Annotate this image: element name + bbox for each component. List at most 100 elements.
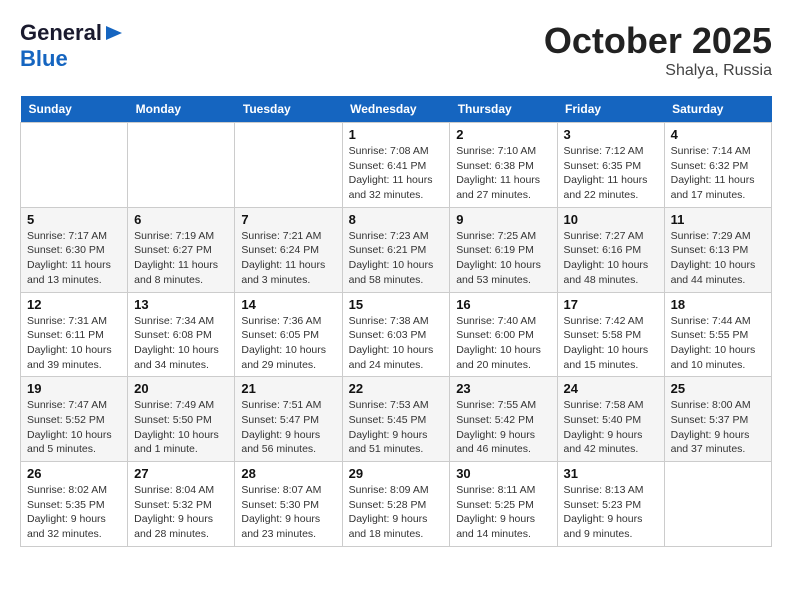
day-number: 11 — [671, 212, 765, 227]
calendar-cell: 3 Sunrise: 7:12 AM Sunset: 6:35 PM Daylig… — [557, 123, 664, 208]
calendar-cell: 6 Sunrise: 7:19 AM Sunset: 6:27 PM Daylig… — [128, 207, 235, 292]
calendar-cell: 1Sunrise: 7:08 AM Sunset: 6:41 PM Daylig… — [342, 123, 450, 208]
day-header-wednesday: Wednesday — [342, 96, 450, 123]
day-info: Sunrise: 7:40 AM Sunset: 6:00 PM Dayligh… — [456, 314, 550, 373]
day-number: 27 — [134, 466, 228, 481]
day-info: Sunrise: 8:07 AM Sunset: 5:30 PM Dayligh… — [241, 483, 335, 542]
calendar-cell: 13 Sunrise: 7:34 AM Sunset: 6:08 PM Dayli… — [128, 292, 235, 377]
day-info: Sunrise: 8:04 AM Sunset: 5:32 PM Dayligh… — [134, 483, 228, 542]
day-info: Sunrise: 7:49 AM Sunset: 5:50 PM Dayligh… — [134, 398, 228, 457]
calendar-cell: 30Sunrise: 8:11 AM Sunset: 5:25 PM Dayli… — [450, 462, 557, 547]
day-info: Sunrise: 7:14 AM Sunset: 6:32 PM Dayligh… — [671, 144, 765, 203]
day-number: 31 — [564, 466, 658, 481]
month-title: October 2025 — [544, 20, 772, 62]
logo: General Blue — [20, 20, 124, 72]
day-number: 15 — [349, 297, 444, 312]
day-info: Sunrise: 7:36 AM Sunset: 6:05 PM Dayligh… — [241, 314, 335, 373]
day-info: Sunrise: 8:13 AM Sunset: 5:23 PM Dayligh… — [564, 483, 658, 542]
location: Shalya, Russia — [544, 62, 772, 80]
day-number: 25 — [671, 381, 765, 396]
day-info: Sunrise: 7:29 AM Sunset: 6:13 PM Dayligh… — [671, 229, 765, 288]
day-header-friday: Friday — [557, 96, 664, 123]
day-info: Sunrise: 7:55 AM Sunset: 5:42 PM Dayligh… — [456, 398, 550, 457]
day-number: 3 — [564, 127, 658, 142]
calendar-cell: 12 Sunrise: 7:31 AM Sunset: 6:11 PM Dayli… — [21, 292, 128, 377]
calendar-cell: 7Sunrise: 7:21 AM Sunset: 6:24 PM Daylig… — [235, 207, 342, 292]
day-header-tuesday: Tuesday — [235, 96, 342, 123]
calendar-cell: 8 Sunrise: 7:23 AM Sunset: 6:21 PM Daylig… — [342, 207, 450, 292]
day-number: 19 — [27, 381, 121, 396]
day-info: Sunrise: 7:58 AM Sunset: 5:40 PM Dayligh… — [564, 398, 658, 457]
calendar-cell: 21Sunrise: 7:51 AM Sunset: 5:47 PM Dayli… — [235, 377, 342, 462]
day-number: 20 — [134, 381, 228, 396]
calendar-cell: 25 Sunrise: 8:00 AM Sunset: 5:37 PM Dayli… — [664, 377, 771, 462]
day-number: 16 — [456, 297, 550, 312]
day-number: 5 — [27, 212, 121, 227]
day-info: Sunrise: 8:00 AM Sunset: 5:37 PM Dayligh… — [671, 398, 765, 457]
day-info: Sunrise: 7:47 AM Sunset: 5:52 PM Dayligh… — [27, 398, 121, 457]
day-info: Sunrise: 7:10 AM Sunset: 6:38 PM Dayligh… — [456, 144, 550, 203]
title-block: October 2025 Shalya, Russia — [544, 20, 772, 80]
day-header-sunday: Sunday — [21, 96, 128, 123]
calendar-cell — [235, 123, 342, 208]
calendar-cell — [128, 123, 235, 208]
calendar-cell: 5 Sunrise: 7:17 AM Sunset: 6:30 PM Daylig… — [21, 207, 128, 292]
day-number: 14 — [241, 297, 335, 312]
day-info: Sunrise: 7:19 AM Sunset: 6:27 PM Dayligh… — [134, 229, 228, 288]
calendar-cell: 15 Sunrise: 7:38 AM Sunset: 6:03 PM Dayli… — [342, 292, 450, 377]
day-number: 17 — [564, 297, 658, 312]
day-header-monday: Monday — [128, 96, 235, 123]
calendar-cell: 10 Sunrise: 7:27 AM Sunset: 6:16 PM Dayli… — [557, 207, 664, 292]
day-info: Sunrise: 7:17 AM Sunset: 6:30 PM Dayligh… — [27, 229, 121, 288]
calendar-cell: 19 Sunrise: 7:47 AM Sunset: 5:52 PM Dayli… — [21, 377, 128, 462]
day-number: 12 — [27, 297, 121, 312]
calendar-cell: 31 Sunrise: 8:13 AM Sunset: 5:23 PM Dayli… — [557, 462, 664, 547]
day-number: 18 — [671, 297, 765, 312]
day-info: Sunrise: 7:42 AM Sunset: 5:58 PM Dayligh… — [564, 314, 658, 373]
day-info: Sunrise: 7:53 AM Sunset: 5:45 PM Dayligh… — [349, 398, 444, 457]
day-number: 23 — [456, 381, 550, 396]
day-info: Sunrise: 7:27 AM Sunset: 6:16 PM Dayligh… — [564, 229, 658, 288]
calendar-cell: 27 Sunrise: 8:04 AM Sunset: 5:32 PM Dayli… — [128, 462, 235, 547]
calendar-cell: 16 Sunrise: 7:40 AM Sunset: 6:00 PM Dayli… — [450, 292, 557, 377]
calendar-cell: 14 Sunrise: 7:36 AM Sunset: 6:05 PM Dayli… — [235, 292, 342, 377]
calendar-cell: 24 Sunrise: 7:58 AM Sunset: 5:40 PM Dayli… — [557, 377, 664, 462]
calendar-cell: 26Sunrise: 8:02 AM Sunset: 5:35 PM Dayli… — [21, 462, 128, 547]
calendar-cell: 23 Sunrise: 7:55 AM Sunset: 5:42 PM Dayli… — [450, 377, 557, 462]
calendar-cell: 2Sunrise: 7:10 AM Sunset: 6:38 PM Daylig… — [450, 123, 557, 208]
calendar-cell: 9 Sunrise: 7:25 AM Sunset: 6:19 PM Daylig… — [450, 207, 557, 292]
day-info: Sunrise: 7:34 AM Sunset: 6:08 PM Dayligh… — [134, 314, 228, 373]
day-info: Sunrise: 7:44 AM Sunset: 5:55 PM Dayligh… — [671, 314, 765, 373]
day-number: 28 — [241, 466, 335, 481]
day-number: 8 — [349, 212, 444, 227]
calendar-cell: 11 Sunrise: 7:29 AM Sunset: 6:13 PM Dayli… — [664, 207, 771, 292]
day-number: 24 — [564, 381, 658, 396]
logo-blue: Blue — [20, 46, 68, 71]
calendar-cell — [21, 123, 128, 208]
day-info: Sunrise: 7:23 AM Sunset: 6:21 PM Dayligh… — [349, 229, 444, 288]
day-number: 21 — [241, 381, 335, 396]
day-number: 13 — [134, 297, 228, 312]
day-number: 6 — [134, 212, 228, 227]
day-number: 22 — [349, 381, 444, 396]
logo-arrow-icon — [102, 24, 124, 42]
day-info: Sunrise: 7:31 AM Sunset: 6:11 PM Dayligh… — [27, 314, 121, 373]
day-number: 4 — [671, 127, 765, 142]
calendar-cell: 4 Sunrise: 7:14 AM Sunset: 6:32 PM Daylig… — [664, 123, 771, 208]
day-number: 7 — [241, 212, 335, 227]
day-number: 29 — [349, 466, 444, 481]
calendar-cell: 29Sunrise: 8:09 AM Sunset: 5:28 PM Dayli… — [342, 462, 450, 547]
day-info: Sunrise: 7:25 AM Sunset: 6:19 PM Dayligh… — [456, 229, 550, 288]
page-header: General Blue October 2025 Shalya, Russia — [20, 20, 772, 80]
day-info: Sunrise: 7:12 AM Sunset: 6:35 PM Dayligh… — [564, 144, 658, 203]
day-number: 1 — [349, 127, 444, 142]
calendar-cell — [664, 462, 771, 547]
day-number: 30 — [456, 466, 550, 481]
day-info: Sunrise: 7:38 AM Sunset: 6:03 PM Dayligh… — [349, 314, 444, 373]
day-number: 9 — [456, 212, 550, 227]
calendar-cell: 22 Sunrise: 7:53 AM Sunset: 5:45 PM Dayli… — [342, 377, 450, 462]
day-info: Sunrise: 8:02 AM Sunset: 5:35 PM Dayligh… — [27, 483, 121, 542]
day-header-saturday: Saturday — [664, 96, 771, 123]
day-number: 10 — [564, 212, 658, 227]
logo-general: General — [20, 20, 102, 46]
